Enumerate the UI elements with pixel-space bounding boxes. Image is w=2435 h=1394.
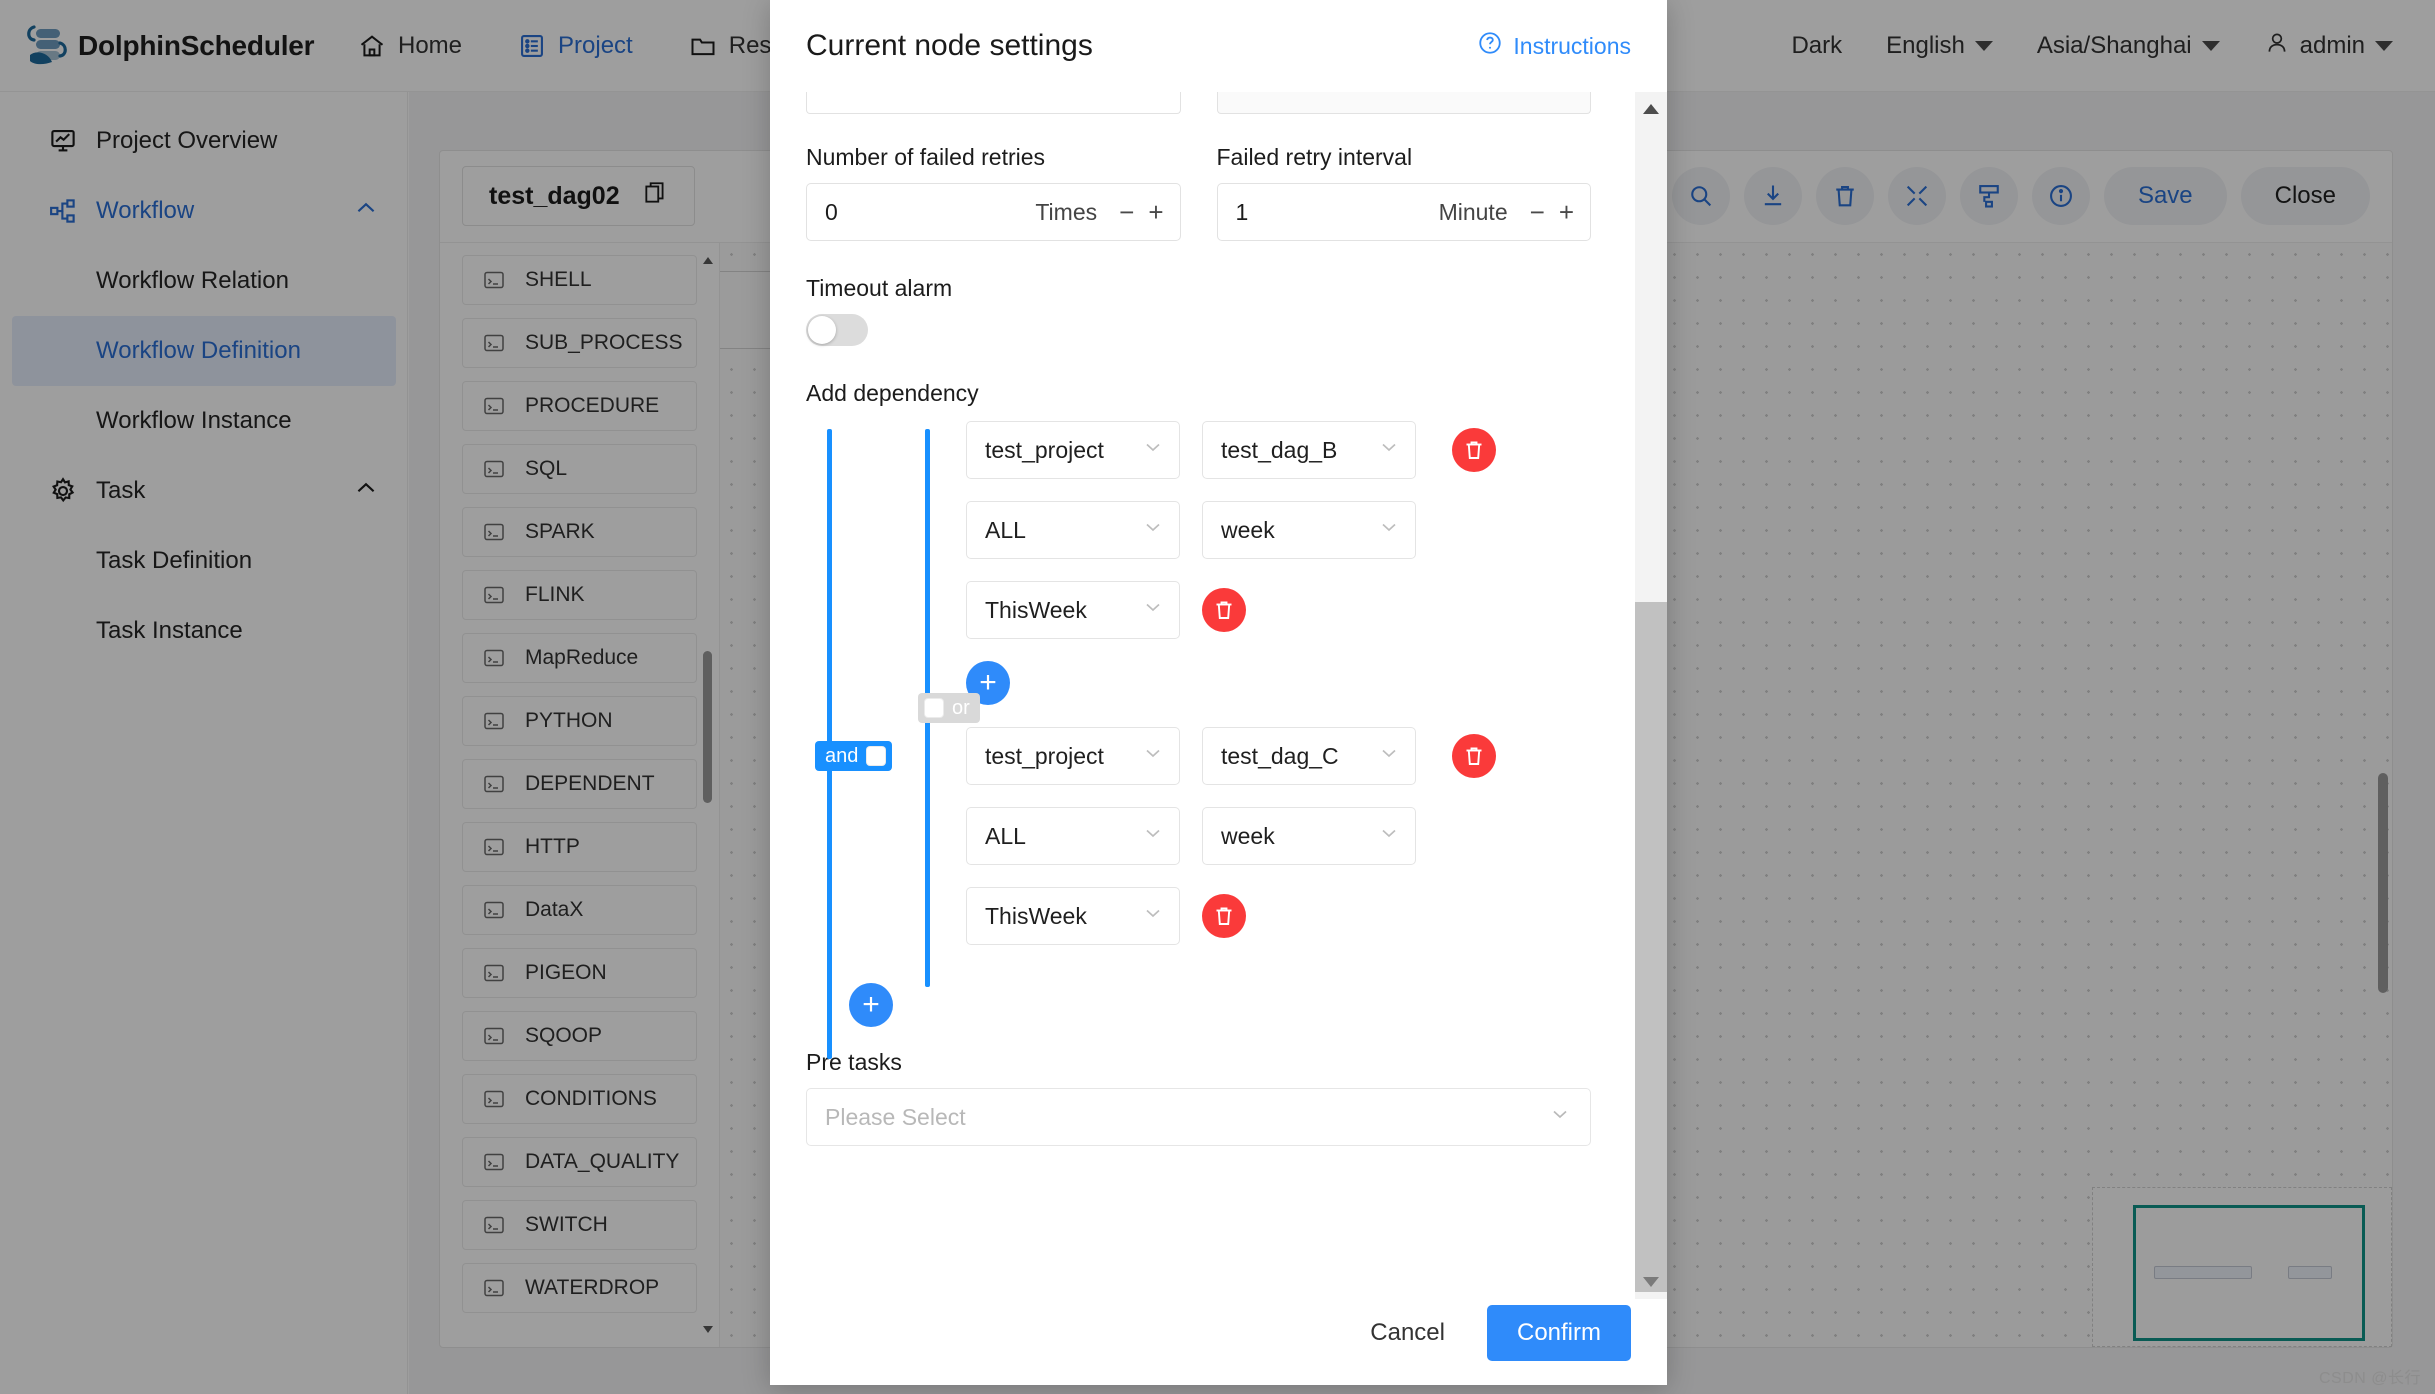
retry-interval-unit: Minute — [1438, 198, 1508, 225]
failed-retries-group: Number of failed retries 0 Times − + — [806, 144, 1181, 241]
dependency-select-g0-r1-c0[interactable]: ALL — [966, 501, 1180, 559]
scroll-down-icon[interactable] — [1635, 1265, 1667, 1299]
delete-dependency-button[interactable] — [1202, 894, 1246, 938]
dialog-scroll-thumb[interactable] — [1635, 602, 1667, 1292]
chevron-down-icon — [1377, 821, 1401, 851]
retry-interval-decrement[interactable]: − — [1530, 197, 1545, 228]
chevron-down-icon — [1141, 435, 1165, 465]
watermark: CSDN @长行 — [2318, 1370, 2421, 1387]
chevron-down-icon — [1141, 515, 1165, 545]
dependency-select-value: test_project — [985, 436, 1104, 463]
retry-interval-value: 1 — [1235, 198, 1249, 225]
dependency-row: test_project test_dag_B — [966, 421, 1591, 479]
dependency-select-g0-r1-c1[interactable]: week — [1202, 501, 1416, 559]
dependency-select-value: week — [1221, 516, 1275, 543]
failed-retries-unit: Times — [1035, 198, 1098, 225]
dialog-scroll-area: Number of failed retries 0 Times − + Fai… — [770, 92, 1667, 1299]
timeout-alarm-group: Timeout alarm — [806, 275, 1591, 346]
dependency-select-g0-r0-c0[interactable]: test_project — [966, 421, 1180, 479]
chevron-down-icon — [1141, 741, 1165, 771]
dependency-select-g1-r0-c0[interactable]: test_project — [966, 727, 1180, 785]
chevron-down-icon — [1377, 435, 1401, 465]
failed-retries-decrement[interactable]: − — [1119, 197, 1134, 228]
failed-retries-label: Number of failed retries — [806, 144, 1046, 170]
dependency-select-value: ThisWeek — [985, 596, 1087, 623]
dependency-add-row: + — [966, 661, 1591, 705]
failed-retries-input[interactable]: 0 Times − + — [806, 183, 1181, 241]
and-relation-badge[interactable]: and — [815, 741, 893, 771]
dependency-groups: test_project test_dag_B ALL week ThisWeek + te… — [849, 421, 1591, 1027]
timeout-alarm-label: Timeout alarm — [806, 275, 953, 301]
add-dependency-section: Add dependency and or test_project test_d… — [806, 380, 1591, 1059]
dependency-select-g1-r0-c1[interactable]: test_dag_C — [1202, 727, 1416, 785]
dependency-select-value: ALL — [985, 822, 1026, 849]
instructions-label: Instructions — [1513, 32, 1631, 59]
dependency-row: ALL week — [966, 807, 1591, 865]
confirm-button[interactable]: Confirm — [1486, 1305, 1631, 1361]
dependency-select-value: ThisWeek — [985, 902, 1087, 929]
and-checkbox[interactable] — [866, 746, 887, 766]
dialog-title: Current node settings — [806, 29, 1093, 62]
timeout-alarm-toggle[interactable] — [806, 314, 868, 346]
clipped-input-left[interactable] — [806, 92, 1181, 114]
retry-interval-increment[interactable]: + — [1559, 197, 1574, 228]
dependency-select-g0-r2-c0[interactable]: ThisWeek — [966, 581, 1180, 639]
dependency-select-value: ALL — [985, 516, 1026, 543]
pre-tasks-select[interactable]: Please Select — [806, 1088, 1591, 1146]
clipped-input-right[interactable] — [1216, 92, 1591, 114]
delete-dependency-button[interactable] — [1452, 734, 1496, 778]
retry-interval-input[interactable]: 1 Minute − + — [1216, 183, 1591, 241]
instructions-link[interactable]: Instructions — [1477, 30, 1631, 62]
add-dependency-group-button[interactable]: + — [849, 983, 893, 1027]
or-label: or — [952, 696, 970, 719]
cancel-button[interactable]: Cancel — [1354, 1309, 1461, 1357]
scroll-up-icon[interactable] — [1635, 92, 1667, 126]
dialog-footer: Cancel Confirm — [770, 1299, 1667, 1385]
dependency-row: ALL week — [966, 501, 1591, 559]
dependency-row: test_project test_dag_C — [966, 727, 1591, 785]
dialog-body: Number of failed retries 0 Times − + Fai… — [770, 92, 1627, 1299]
dependency-select-g1-r2-c0[interactable]: ThisWeek — [966, 887, 1180, 945]
delete-dependency-button[interactable] — [1452, 428, 1496, 472]
chevron-down-icon — [1141, 901, 1165, 931]
chevron-down-icon — [1377, 741, 1401, 771]
chevron-down-icon — [1377, 515, 1401, 545]
dialog-header: Current node settings Instructions — [770, 0, 1667, 92]
failed-retries-increment[interactable]: + — [1148, 197, 1163, 228]
or-checkbox[interactable] — [924, 698, 944, 718]
dependency-select-value: test_dag_C — [1221, 742, 1339, 769]
question-circle-icon — [1477, 30, 1503, 62]
pre-tasks-label: Pre tasks — [806, 1049, 902, 1075]
dependency-builder: and or test_project test_dag_B ALL week This… — [806, 421, 1591, 1059]
dependency-select-g1-r1-c0[interactable]: ALL — [966, 807, 1180, 865]
dependency-select-g1-r1-c1[interactable]: week — [1202, 807, 1416, 865]
chevron-down-icon — [1141, 821, 1165, 851]
failed-retries-value: 0 — [825, 198, 838, 225]
retry-interval-group: Failed retry interval 1 Minute − + — [1216, 144, 1591, 241]
dialog-scrollbar[interactable] — [1635, 92, 1667, 1299]
dependency-select-value: week — [1221, 822, 1275, 849]
delete-dependency-button[interactable] — [1202, 588, 1246, 632]
chevron-down-icon — [1141, 595, 1165, 625]
toggle-knob — [808, 316, 836, 344]
or-relation-badge[interactable]: or — [918, 693, 980, 723]
add-dependency-label: Add dependency — [806, 380, 979, 406]
and-label: and — [825, 744, 859, 767]
dependency-select-value: test_dag_B — [1221, 436, 1338, 463]
pre-tasks-placeholder: Please Select — [825, 1103, 966, 1130]
retry-interval-label: Failed retry interval — [1216, 144, 1413, 170]
dependency-row: ThisWeek — [966, 887, 1591, 945]
pre-tasks-group: Pre tasks Please Select — [806, 1049, 1591, 1146]
chevron-down-icon — [1548, 1102, 1572, 1132]
dependency-row: ThisWeek — [966, 581, 1591, 639]
dependency-add-row: + — [849, 983, 1591, 1027]
dependency-select-value: test_project — [985, 742, 1104, 769]
dependency-select-g0-r0-c1[interactable]: test_dag_B — [1202, 421, 1416, 479]
current-node-settings-dialog: Current node settings Instructions Numbe… — [770, 0, 1667, 1385]
